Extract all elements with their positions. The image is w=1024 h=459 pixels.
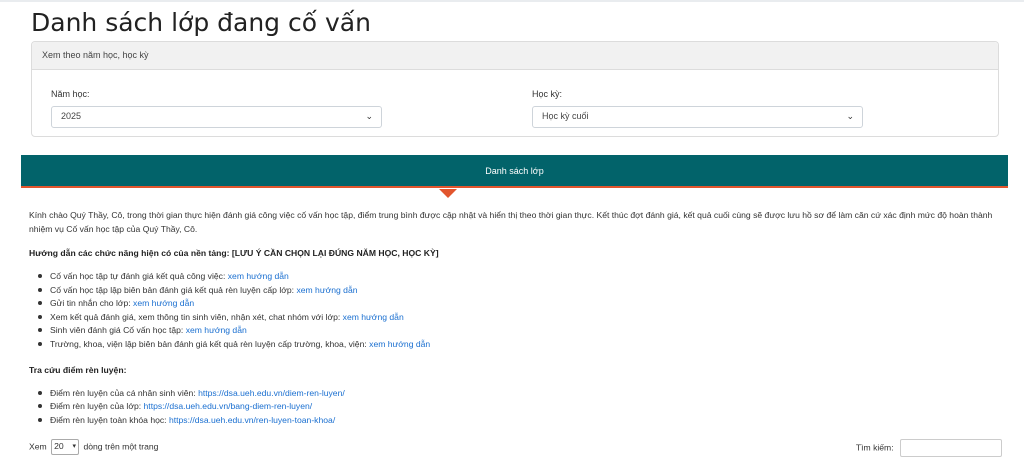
semester-select[interactable]: Học kỳ cuối ⌄ bbox=[532, 106, 863, 128]
list-item: Trường, khoa, viện lập biên bản đánh giá… bbox=[29, 337, 1004, 351]
guide-link[interactable]: xem hướng dẫn bbox=[296, 285, 357, 295]
list-item-text: Điểm rèn luyện của lớp: bbox=[50, 401, 144, 412]
list-item-text: Gửi tin nhắn cho lớp: bbox=[50, 298, 134, 309]
class-list-banner: Danh sách lớp bbox=[21, 155, 1008, 188]
list-item: Xem kết quả đánh giá, xem thông tin sinh… bbox=[29, 310, 1004, 324]
chevron-down-icon: ▾ bbox=[72, 443, 77, 450]
page-length-value: 20 bbox=[54, 441, 64, 451]
list-item-text: Cố vấn học tập tự đánh giá kết quả công … bbox=[50, 271, 228, 281]
list-item-text: Cố vấn học tập lập biên bản đánh giá kết… bbox=[50, 284, 297, 295]
page-length-select[interactable]: 20 ▾ bbox=[51, 439, 80, 455]
list-item: Điểm rèn luyện của lớp: https://dsa.ueh.… bbox=[29, 399, 1004, 413]
guide-link[interactable]: xem hướng dẫn bbox=[186, 325, 247, 335]
lookup-link[interactable]: https://dsa.ueh.edu.vn/bang-diem-ren-luy… bbox=[144, 401, 313, 411]
guide-link[interactable]: xem hướng dẫn bbox=[369, 339, 430, 349]
guide-link[interactable]: xem hướng dẫn bbox=[133, 298, 194, 308]
banner-arrow-icon bbox=[439, 189, 457, 198]
search-label: Tìm kiếm: bbox=[855, 442, 894, 453]
top-divider bbox=[0, 0, 1024, 2]
list-item: Sinh viên đánh giá Cố vấn học tập: xem h… bbox=[29, 323, 1004, 337]
lookup-list: Điểm rèn luyện của cá nhân sinh viên: ht… bbox=[29, 386, 1004, 427]
year-field: Năm học: 2025 ⌄ bbox=[51, 89, 382, 128]
guide-list: Cố vấn học tập tự đánh giá kết quả công … bbox=[29, 269, 1004, 351]
semester-field: Học kỳ: Học kỳ cuối ⌄ bbox=[532, 89, 863, 128]
main-content: Kính chào Quý Thầy, Cô, trong thời gian … bbox=[29, 208, 1004, 438]
list-item-text: Điểm rèn luyện của cá nhân sinh viên: bbox=[50, 387, 199, 398]
filter-header: Xem theo năm học, học kỳ bbox=[32, 42, 998, 70]
search-input[interactable] bbox=[900, 439, 1002, 457]
year-select-value: 2025 bbox=[61, 111, 82, 121]
list-item-text: Điểm rèn luyện toàn khóa học: bbox=[50, 414, 169, 425]
list-item: Điểm rèn luyện của cá nhân sinh viên: ht… bbox=[29, 386, 1004, 400]
table-controls: Xem 20 ▾ dòng trên một trang Tìm kiếm: bbox=[29, 439, 1002, 459]
chevron-down-icon: ⌄ bbox=[365, 111, 373, 121]
page-length-suffix: dòng trên một trang bbox=[83, 441, 159, 452]
list-item-text: Xem kết quả đánh giá, xem thông tin sinh… bbox=[50, 311, 343, 322]
search-wrap: Tìm kiếm: bbox=[856, 439, 1002, 457]
list-item: Điểm rèn luyện toàn khóa học: https://ds… bbox=[29, 413, 1004, 427]
semester-label: Học kỳ: bbox=[532, 89, 563, 99]
page-length-prefix: Xem bbox=[29, 441, 47, 452]
intro-text: Kính chào Quý Thầy, Cô, trong thời gian … bbox=[29, 210, 993, 234]
semester-select-value: Học kỳ cuối bbox=[542, 111, 589, 121]
year-label: Năm học: bbox=[51, 89, 90, 99]
list-item: Gửi tin nhắn cho lớp: xem hướng dẫn bbox=[29, 296, 1004, 310]
chevron-down-icon: ⌄ bbox=[846, 111, 854, 121]
banner-title: Danh sách lớp bbox=[485, 166, 544, 176]
year-select[interactable]: 2025 ⌄ bbox=[51, 106, 382, 128]
guide-link[interactable]: xem hướng dẫn bbox=[343, 312, 404, 322]
list-item-text: Sinh viên đánh giá Cố vấn học tập: bbox=[50, 325, 186, 336]
list-item: Cố vấn học tập tự đánh giá kết quả công … bbox=[29, 269, 1004, 283]
page-title: Danh sách lớp đang cố vấn bbox=[31, 8, 371, 37]
guide-heading: Hướng dẫn các chức năng hiện có của nền … bbox=[29, 248, 439, 258]
lookup-link[interactable]: https://dsa.ueh.edu.vn/ren-luyen-toan-kh… bbox=[169, 415, 335, 425]
guide-link[interactable]: xem hướng dẫn bbox=[228, 271, 289, 281]
list-item-text: Trường, khoa, viện lập biên bản đánh giá… bbox=[50, 338, 370, 349]
filter-card: Xem theo năm học, học kỳ Năm học: 2025 ⌄… bbox=[31, 41, 999, 137]
list-item: Cố vấn học tập lập biên bản đánh giá kết… bbox=[29, 283, 1004, 297]
lookup-link[interactable]: https://dsa.ueh.edu.vn/diem-ren-luyen/ bbox=[198, 388, 345, 398]
lookup-heading: Tra cứu điểm rèn luyện: bbox=[29, 364, 127, 375]
